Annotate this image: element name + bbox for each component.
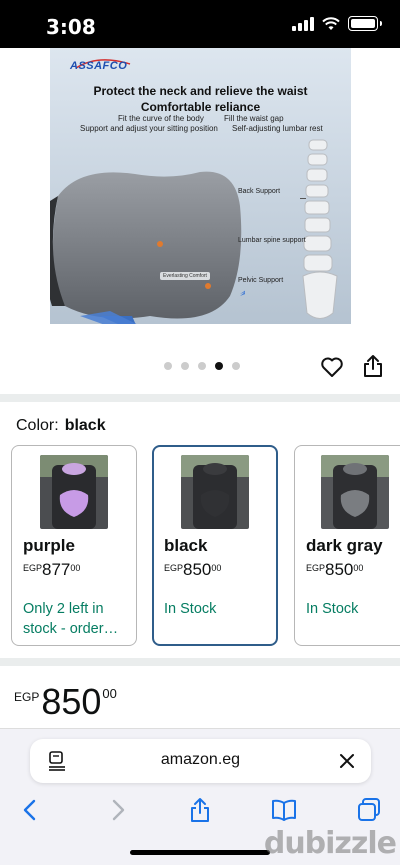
callout-pelvic-support: Pelvic Support — [238, 277, 284, 284]
home-indicator — [130, 850, 270, 855]
status-bar: 3:08 — [0, 0, 400, 48]
close-icon[interactable] — [339, 753, 355, 769]
image-carousel-dots[interactable] — [164, 362, 240, 370]
brand-name: ASSAFCO — [70, 60, 128, 72]
swatch-image — [40, 455, 108, 529]
status-time: 3:08 — [46, 15, 96, 39]
swatch-price: EGP 850 00 — [306, 560, 364, 579]
product-image[interactable]: ASSAFCO Protect the neck and relieve the… — [50, 48, 351, 324]
carousel-dot[interactable] — [198, 362, 206, 370]
color-label-text: Color: — [16, 417, 59, 434]
pillow-tag: Everlasting Comfort — [160, 272, 222, 286]
wifi-icon — [322, 16, 340, 30]
section-divider — [0, 658, 400, 666]
carousel-dot-active[interactable] — [215, 362, 223, 370]
browser-toolbar: amazon.eg dubizzle — [0, 728, 400, 865]
product-price: EGP 850 00 — [14, 682, 117, 722]
image-headline: Protect the neck and relieve the waist — [93, 84, 308, 98]
feature-text: Self-adjusting lumbar rest — [232, 124, 323, 133]
url-text: amazon.eg — [160, 751, 241, 768]
address-bar[interactable]: amazon.eg — [30, 739, 371, 783]
swatch-name: black — [164, 536, 208, 555]
color-label: Color: black — [16, 417, 106, 435]
swatch-image — [181, 455, 249, 529]
status-icons — [292, 16, 382, 31]
section-divider — [0, 394, 400, 402]
carousel-dot[interactable] — [164, 362, 172, 370]
back-icon[interactable] — [18, 797, 44, 823]
battery-icon — [348, 16, 382, 31]
cellular-signal-icon — [292, 16, 314, 31]
feature-text: Fit the curve of the body — [118, 114, 204, 123]
color-swatch-black[interactable]: black EGP 850 00 In Stock — [152, 445, 278, 646]
price-cents: 00 — [102, 686, 117, 701]
share-icon[interactable] — [362, 354, 384, 378]
swatch-image — [321, 455, 389, 529]
swatch-price: EGP 877 00 — [23, 560, 81, 579]
image-subheadline: Comfortable reliance — [140, 100, 261, 114]
heart-icon[interactable] — [320, 355, 344, 379]
feature-text: Support and adjust your sitting position — [80, 124, 218, 133]
callout-lumbar-support: Lumbar spine support — [238, 237, 306, 244]
watermark: dubizzle — [263, 826, 397, 861]
stock-status: Only 2 left in stock - order… — [23, 601, 119, 637]
share-icon[interactable] — [187, 797, 213, 823]
stock-status: In Stock — [306, 601, 359, 617]
lumbar-pillow-illustration — [50, 171, 245, 324]
color-swatch-dark-gray[interactable]: dark gray EGP 850 00 In Stock — [294, 445, 400, 646]
swatch-name: purple — [23, 536, 75, 555]
swatch-price: EGP 850 00 — [164, 560, 222, 579]
swatch-name: dark gray — [306, 536, 383, 555]
stock-status: In Stock — [164, 601, 217, 617]
price-amount: 850 — [41, 681, 102, 722]
callout-back-support: Back Support — [238, 188, 281, 195]
color-swatch-purple[interactable]: purple EGP 877 00 Only 2 left in stock -… — [11, 445, 137, 646]
bookmarks-icon[interactable] — [271, 797, 297, 823]
spine-illustration — [302, 139, 338, 319]
carousel-dot[interactable] — [232, 362, 240, 370]
selected-color: black — [64, 417, 106, 434]
tabs-icon[interactable] — [356, 797, 382, 823]
feature-text: Fill the waist gap — [224, 114, 284, 123]
carousel-dot[interactable] — [181, 362, 189, 370]
price-currency: EGP — [14, 690, 40, 704]
forward-icon[interactable] — [104, 797, 130, 823]
